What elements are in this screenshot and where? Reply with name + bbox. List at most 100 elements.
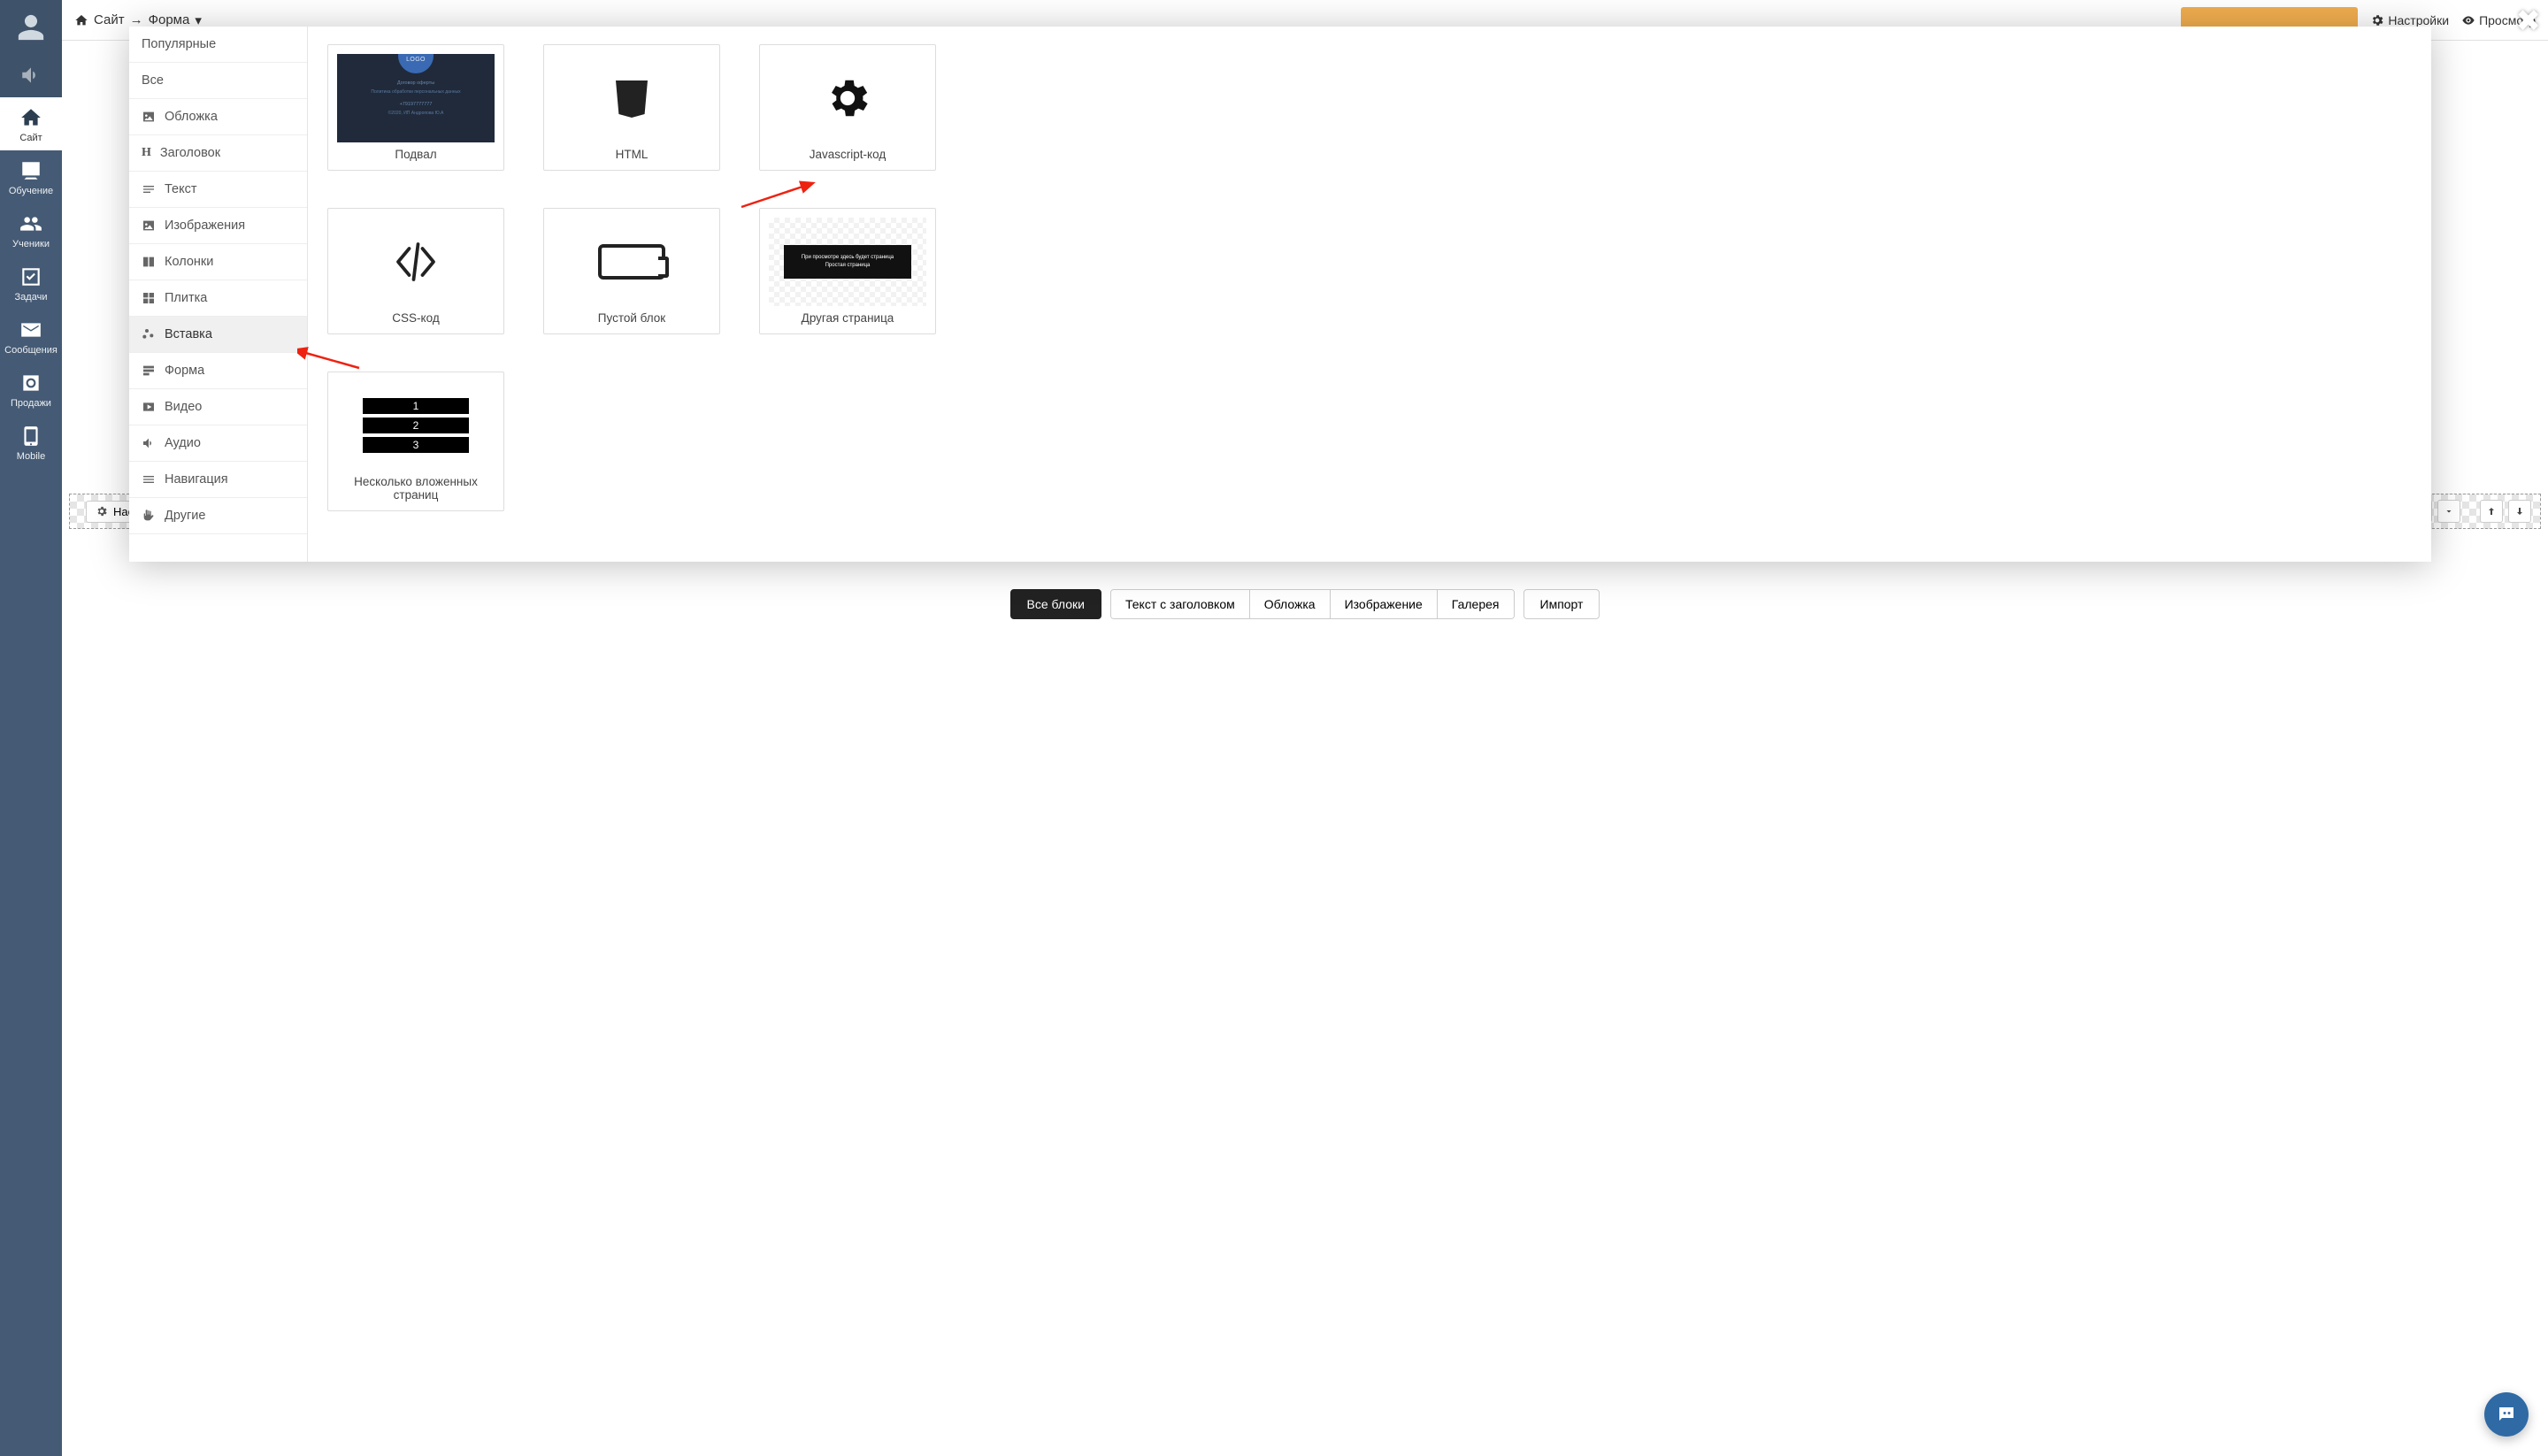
footer-logo: LOGO — [398, 54, 434, 73]
crumb-arrow: → — [130, 12, 143, 27]
avatar-icon — [16, 12, 46, 42]
image-button[interactable]: Изображение — [1331, 590, 1438, 618]
cat-label: Вставка — [165, 327, 212, 341]
heading-h-icon: H — [142, 146, 151, 160]
block-card-footer[interactable]: LOGO Договор оферты Политика обработки п… — [327, 44, 504, 171]
block-more-button[interactable] — [2437, 500, 2460, 523]
block-label: HTML — [553, 148, 710, 161]
footer-line1: Договор оферты — [397, 80, 434, 86]
thumb-nested: 1 2 3 — [337, 381, 495, 470]
form-icon — [142, 364, 156, 378]
eye-icon — [2461, 13, 2475, 27]
cat-item-all[interactable]: Все — [129, 63, 307, 99]
block-move-down-button[interactable] — [2508, 500, 2531, 523]
cover-button[interactable]: Обложка — [1250, 590, 1331, 618]
video-icon — [142, 400, 156, 414]
chat-fab[interactable] — [2484, 1392, 2529, 1437]
crumb-form: Форма — [149, 12, 190, 27]
cat-label: Форма — [165, 364, 204, 378]
block-card-nested[interactable]: 1 2 3 Несколько вложенных страниц — [327, 372, 504, 511]
thumb-other-page: При просмотре здесь будет страница Прост… — [769, 218, 926, 306]
cat-item-nav[interactable]: Навигация — [129, 462, 307, 498]
cat-item-tiles[interactable]: Плитка — [129, 280, 307, 317]
text-heading-button[interactable]: Текст с заголовком — [1111, 590, 1250, 618]
sidebar-item-sales[interactable]: Продажи — [0, 363, 62, 416]
caret-down-icon — [2444, 506, 2454, 517]
block-label: Javascript-код — [769, 148, 926, 161]
block-picker-modal: Популярные Все Обложка H Заголовок Текст… — [129, 27, 2431, 562]
other-page-hint: При просмотре здесь будет страница — [802, 254, 894, 262]
block-move-up-button[interactable] — [2480, 500, 2503, 523]
sound-icon — [19, 64, 42, 87]
modal-close-button[interactable]: ✖ — [2516, 4, 2542, 39]
sidebar-item-mobile[interactable]: Mobile — [0, 416, 62, 469]
cat-label: Обложка — [165, 110, 218, 124]
audio-icon — [142, 436, 156, 450]
cat-item-heading[interactable]: H Заголовок — [129, 135, 307, 172]
cat-item-audio[interactable]: Аудио — [129, 425, 307, 462]
topbar-settings-label: Настройки — [2388, 13, 2449, 27]
block-card-html[interactable]: HTML — [543, 44, 720, 171]
thumb-empty — [553, 218, 710, 306]
sidebar-item-students[interactable]: Ученики — [0, 203, 62, 257]
cat-item-video[interactable]: Видео — [129, 389, 307, 425]
cat-label: Заголовок — [160, 146, 220, 160]
cat-item-form[interactable]: Форма — [129, 353, 307, 389]
cat-item-cover[interactable]: Обложка — [129, 99, 307, 135]
sidebar-item-messages[interactable]: Сообщения — [0, 310, 62, 363]
gears-icon — [142, 327, 156, 341]
footer-copy: ©2020, ИП Андропова Ю.А — [388, 111, 444, 116]
cat-item-text[interactable]: Текст — [129, 172, 307, 208]
block-label: Подвал — [337, 148, 495, 161]
thumb-js — [769, 54, 926, 142]
topbar-settings[interactable]: Настройки — [2370, 13, 2449, 27]
main-sidebar: Сайт Обучение Ученики Задачи Сообщения П… — [0, 0, 62, 1456]
block-card-js[interactable]: Javascript-код — [759, 44, 936, 171]
cat-label: Аудио — [165, 436, 201, 450]
nested-row-2: 2 — [363, 418, 469, 433]
gallery-button[interactable]: Галерея — [1438, 590, 1514, 618]
gear-box-icon — [19, 372, 42, 395]
cat-label: Текст — [165, 182, 197, 196]
hand-icon — [142, 509, 156, 523]
footer-phone: +79197777777 — [400, 102, 433, 107]
code-icon — [389, 235, 442, 288]
sidebar-label-tasks: Задачи — [15, 292, 48, 303]
breadcrumb[interactable]: Сайт → Форма ▾ — [74, 12, 202, 28]
other-page-title: Простая страница — [802, 262, 894, 270]
columns-icon — [142, 255, 156, 269]
block-label: Пустой блок — [553, 311, 710, 325]
sidebar-item-site[interactable]: Сайт — [0, 97, 62, 150]
all-blocks-button[interactable]: Все блоки — [1010, 589, 1101, 619]
crumb-caret: ▾ — [195, 12, 202, 28]
cat-item-popular[interactable]: Популярные — [129, 27, 307, 63]
arrow-up-icon — [2486, 506, 2497, 517]
block-card-empty[interactable]: Пустой блок — [543, 208, 720, 334]
sidebar-label-messages: Сообщения — [4, 345, 58, 356]
sidebar-item-learn[interactable]: Обучение — [0, 150, 62, 203]
modal-block-grid: LOGO Договор оферты Политика обработки п… — [308, 27, 2431, 562]
sidebar-avatar[interactable] — [0, 0, 62, 53]
gear-icon — [823, 73, 872, 123]
grid-icon — [142, 291, 156, 305]
cat-item-other[interactable]: Другие — [129, 498, 307, 534]
check-icon — [19, 265, 42, 288]
thumb-css — [337, 218, 495, 306]
chat-icon — [2496, 1404, 2517, 1425]
sidebar-label-students: Ученики — [12, 239, 50, 249]
nested-row-1: 1 — [363, 398, 469, 414]
cat-item-insert[interactable]: Вставка — [129, 317, 307, 353]
block-card-css[interactable]: CSS-код — [327, 208, 504, 334]
phone-icon — [19, 425, 42, 448]
html5-icon — [610, 77, 653, 119]
sidebar-sound[interactable] — [0, 53, 62, 97]
block-card-other-page[interactable]: При просмотре здесь будет страница Прост… — [759, 208, 936, 334]
cat-label: Видео — [165, 400, 202, 414]
battery-frame-icon — [598, 244, 665, 280]
block-label: Несколько вложенных страниц — [337, 475, 495, 502]
cat-item-images[interactable]: Изображения — [129, 208, 307, 244]
cat-item-columns[interactable]: Колонки — [129, 244, 307, 280]
topbar-right: Настройки Просмотр — [2370, 13, 2536, 27]
import-button[interactable]: Импорт — [1523, 589, 1600, 619]
sidebar-item-tasks[interactable]: Задачи — [0, 257, 62, 310]
